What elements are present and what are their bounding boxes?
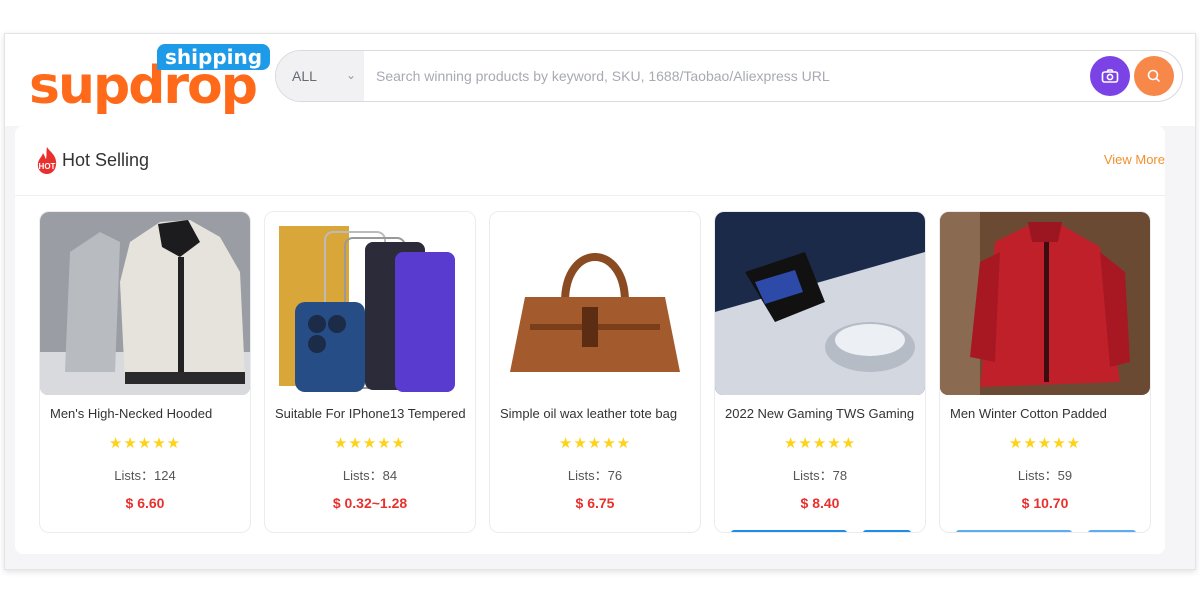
product-image[interactable]: [940, 212, 1150, 395]
section-header: HOT Hot Selling View More: [15, 126, 1165, 196]
product-image[interactable]: [40, 212, 250, 395]
image-search-button[interactable]: [1090, 56, 1130, 96]
product-name[interactable]: Men Winter Cotton Padded: [950, 406, 1146, 421]
product-price: $ 6.60: [125, 495, 165, 511]
product-name[interactable]: Suitable For IPhone13 Tempered: [275, 406, 471, 421]
product-card[interactable]: Suitable For IPhone13 Tempered ★★★★★ Lis…: [264, 211, 476, 533]
brand-logo[interactable]: supdrop shipping: [29, 40, 271, 120]
rating-stars: ★★★★★: [108, 435, 182, 452]
product-lists: Lists：84: [342, 468, 398, 483]
rating-stars: ★★★★★: [783, 435, 857, 452]
search-category-value: ALL: [292, 68, 317, 84]
hot-flame-icon: HOT: [37, 147, 57, 174]
product-price: $ 10.70: [1021, 495, 1069, 511]
product-name[interactable]: Simple oil wax leather tote bag: [500, 406, 696, 421]
product-card[interactable]: Men's High-Necked Hooded ★★★★★ Lists：124…: [39, 211, 251, 533]
view-more-link[interactable]: View More: [1104, 152, 1165, 167]
rating-stars: ★★★★★: [1008, 435, 1082, 452]
section-title: Hot Selling: [62, 150, 150, 170]
hot-badge-text: HOT: [39, 162, 56, 171]
site-header: supdrop shipping ALL ⌄: [5, 34, 1195, 126]
product-image[interactable]: [715, 212, 925, 395]
product-card[interactable]: 2022 New Gaming TWS Gaming ★★★★★ Lists：7…: [714, 211, 926, 533]
card-action-buttons[interactable]: [956, 530, 1136, 532]
search-bar: ALL ⌄: [275, 50, 1183, 102]
search-category-select[interactable]: ALL ⌄: [276, 51, 364, 101]
card-action-buttons[interactable]: [731, 530, 911, 532]
product-card[interactable]: Men Winter Cotton Padded ★★★★★ Lists：59 …: [939, 211, 1151, 533]
product-card[interactable]: Simple oil wax leather tote bag ★★★★★ Li…: [489, 211, 701, 533]
product-image[interactable]: [490, 212, 700, 395]
product-lists: Lists：76: [567, 468, 623, 483]
product-price: $ 8.40: [800, 495, 840, 511]
product-name[interactable]: Men's High-Necked Hooded: [50, 406, 246, 421]
search-input[interactable]: [376, 51, 1076, 101]
product-name[interactable]: 2022 New Gaming TWS Gaming: [725, 406, 921, 421]
app-frame: supdrop shipping ALL ⌄ Search winning pr…: [4, 33, 1196, 570]
search-icon: [1147, 69, 1160, 82]
product-lists: Lists：124: [114, 468, 176, 483]
product-lists: Lists：59: [1017, 468, 1073, 483]
hot-selling-panel: HOT Hot Selling View More Men's High-Nec…: [15, 126, 1165, 554]
rating-stars: ★★★★★: [333, 435, 407, 452]
chevron-down-icon: ⌄: [345, 68, 356, 82]
camera-icon: [1101, 69, 1119, 83]
product-price: $ 6.75: [575, 495, 615, 511]
rating-stars: ★★★★★: [558, 435, 632, 452]
product-price: $ 0.32~1.28: [332, 495, 408, 511]
product-lists: Lists：78: [792, 468, 848, 483]
logo-badge: shipping: [157, 44, 271, 70]
product-image[interactable]: [265, 212, 475, 395]
search-button[interactable]: [1134, 56, 1174, 96]
